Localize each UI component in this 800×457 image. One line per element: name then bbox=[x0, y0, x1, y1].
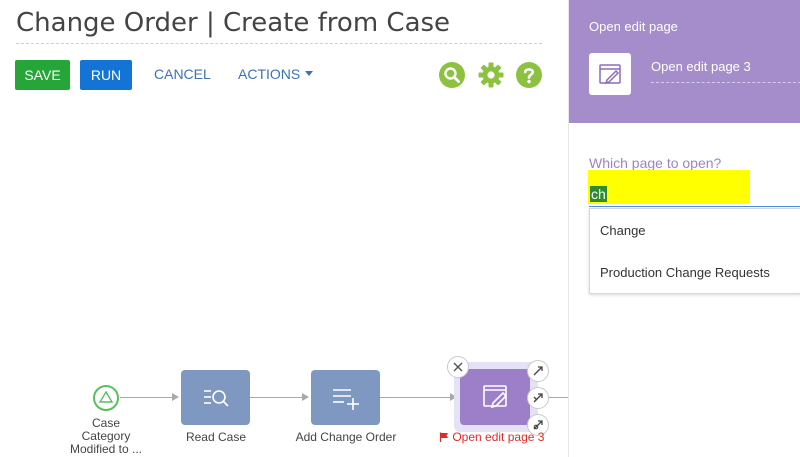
process-designer: Change Order | Create from Case SAVE RUN… bbox=[0, 0, 800, 457]
flag-icon bbox=[439, 432, 448, 442]
add-change-order-node[interactable] bbox=[311, 370, 380, 425]
connect-flow-button[interactable] bbox=[527, 360, 549, 382]
read-case-label: Read Case bbox=[185, 430, 247, 444]
page-to-open-label: Which page to open? bbox=[589, 155, 722, 171]
start-node-label: Case Category Modified to ... bbox=[69, 416, 143, 456]
search-icon[interactable] bbox=[439, 62, 465, 88]
run-button[interactable]: RUN bbox=[80, 60, 132, 90]
flow-connector bbox=[120, 397, 174, 398]
delete-node-button[interactable] bbox=[447, 356, 469, 378]
element-icon-box bbox=[589, 53, 631, 95]
panel-title: Open edit page bbox=[589, 19, 678, 34]
element-name-underline bbox=[651, 82, 800, 83]
page-title: Change Order | Create from Case bbox=[16, 8, 451, 38]
element-name-field[interactable]: Open edit page 3 bbox=[651, 59, 751, 74]
connect-conditional-flow-button[interactable] bbox=[527, 387, 549, 409]
page-options-dropdown[interactable]: Change Production Change Requests bbox=[589, 208, 800, 294]
add-change-order-label: Add Change Order bbox=[295, 430, 397, 444]
arrow-diagonal-icon bbox=[533, 366, 543, 376]
help-icon[interactable] bbox=[516, 62, 542, 88]
start-signal-node[interactable] bbox=[93, 385, 119, 411]
cancel-button[interactable]: CANCEL bbox=[154, 66, 211, 82]
page-lookup-input[interactable] bbox=[588, 170, 750, 204]
save-button[interactable]: SAVE bbox=[15, 60, 70, 90]
arrow-right-icon bbox=[302, 393, 309, 401]
close-icon bbox=[453, 362, 463, 372]
read-data-icon bbox=[204, 390, 229, 407]
open-edit-page-node[interactable] bbox=[460, 369, 530, 425]
title-divider bbox=[16, 43, 542, 44]
panel-header: Open edit page Open edit page 3 bbox=[569, 0, 800, 123]
option-change[interactable]: Change bbox=[600, 223, 646, 238]
caret-down-icon bbox=[305, 70, 314, 76]
actions-label: ACTIONS bbox=[238, 66, 301, 82]
element-properties-panel: Open edit page Open edit page 3 Which pa… bbox=[568, 0, 800, 457]
edit-page-icon bbox=[599, 64, 621, 85]
flow-connector bbox=[380, 397, 452, 398]
open-edit-page-label: Open edit page 3 bbox=[439, 431, 554, 444]
read-case-node[interactable] bbox=[181, 370, 250, 425]
triangle-signal-icon bbox=[98, 390, 114, 403]
gear-icon[interactable] bbox=[478, 62, 504, 88]
actions-menu-button[interactable]: ACTIONS bbox=[238, 66, 314, 82]
arrow-right-icon bbox=[172, 393, 179, 401]
add-data-icon bbox=[333, 389, 359, 410]
option-production-change-requests[interactable]: Production Change Requests bbox=[600, 265, 770, 280]
edit-page-icon bbox=[483, 385, 508, 409]
conditional-arrow-icon bbox=[533, 393, 543, 403]
flow-connector bbox=[548, 397, 568, 398]
flow-connector bbox=[250, 397, 304, 398]
page-lookup-value[interactable]: ch bbox=[590, 186, 607, 202]
